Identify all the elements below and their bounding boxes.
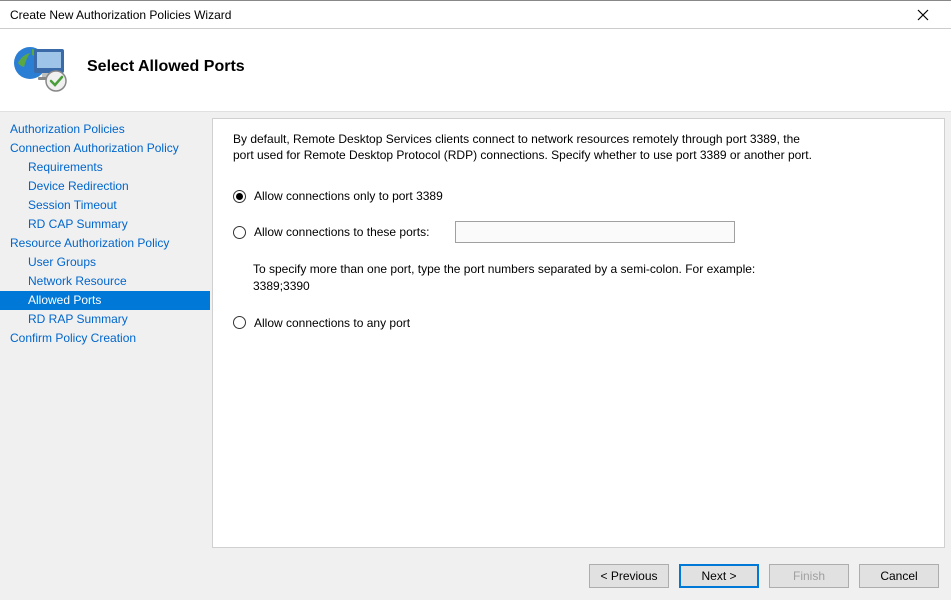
radio-option-3389[interactable]: Allow connections only to port 3389 (233, 189, 924, 203)
radio-icon (233, 316, 246, 329)
sidebar-item-network-resource[interactable]: Network Resource (0, 272, 210, 291)
sidebar-item-authorization-policies[interactable]: Authorization Policies (0, 120, 210, 139)
radio-icon (233, 226, 246, 239)
page-title: Select Allowed Ports (87, 58, 245, 76)
sidebar-item-rd-rap-summary[interactable]: RD RAP Summary (0, 310, 210, 329)
radio-icon (233, 190, 246, 203)
sidebar-item-user-groups[interactable]: User Groups (0, 253, 210, 272)
sidebar-item-session-timeout[interactable]: Session Timeout (0, 196, 210, 215)
wizard-footer: < Previous Next > Finish Cancel (0, 552, 951, 600)
sidebar-item-requirements[interactable]: Requirements (0, 158, 210, 177)
ports-input[interactable] (455, 221, 735, 243)
titlebar: Create New Authorization Policies Wizard (0, 1, 951, 29)
radio-label-any-port: Allow connections to any port (254, 316, 410, 330)
sidebar-item-device-redirection[interactable]: Device Redirection (0, 177, 210, 196)
previous-button[interactable]: < Previous (589, 564, 669, 588)
sidebar: Authorization PoliciesConnection Authori… (0, 112, 210, 552)
radio-label-these-ports: Allow connections to these ports: (254, 225, 429, 239)
intro-text: By default, Remote Desktop Services clie… (233, 131, 813, 163)
window-title: Create New Authorization Policies Wizard (10, 8, 231, 22)
wizard-header: Select Allowed Ports (0, 29, 951, 112)
sidebar-item-confirm-policy-creation[interactable]: Confirm Policy Creation (0, 329, 210, 348)
sidebar-item-rd-cap-summary[interactable]: RD CAP Summary (0, 215, 210, 234)
content-panel: By default, Remote Desktop Services clie… (212, 118, 945, 548)
ports-hint: To specify more than one port, type the … (253, 261, 773, 293)
radio-option-these-ports[interactable]: Allow connections to these ports: (233, 221, 924, 243)
radio-label-3389: Allow connections only to port 3389 (254, 189, 443, 203)
sidebar-item-resource-authorization-policy[interactable]: Resource Authorization Policy (0, 234, 210, 253)
cancel-button[interactable]: Cancel (859, 564, 939, 588)
close-button[interactable] (903, 3, 943, 27)
wizard-icon (12, 41, 72, 93)
finish-button[interactable]: Finish (769, 564, 849, 588)
close-icon (917, 9, 929, 21)
radio-option-any-port[interactable]: Allow connections to any port (233, 316, 924, 330)
sidebar-item-connection-authorization-policy[interactable]: Connection Authorization Policy (0, 139, 210, 158)
sidebar-item-allowed-ports: Allowed Ports (0, 291, 210, 310)
next-button[interactable]: Next > (679, 564, 759, 588)
